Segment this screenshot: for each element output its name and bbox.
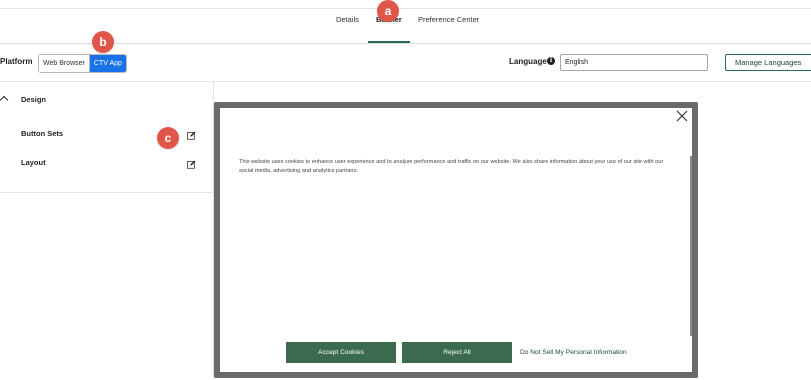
design-section-title[interactable]: Design xyxy=(21,95,46,104)
annotation-marker-b: b xyxy=(92,31,114,53)
reject-all-button[interactable]: Reject All xyxy=(402,342,512,363)
info-icon[interactable]: i xyxy=(547,57,555,65)
platform-option-web-browser[interactable]: Web Browser xyxy=(39,55,89,72)
platform-label: Platform xyxy=(0,57,33,66)
sidebar-divider xyxy=(0,192,213,193)
cookie-banner-text: This website uses cookies to enhance use… xyxy=(239,159,664,174)
language-label: Language xyxy=(509,57,547,66)
close-icon[interactable] xyxy=(676,110,688,122)
active-tab-indicator xyxy=(368,41,410,43)
tab-details[interactable]: Details xyxy=(336,15,359,24)
sidebar-item-layout[interactable]: Layout xyxy=(21,158,46,167)
annotation-marker-a: a xyxy=(377,0,399,22)
edit-icon[interactable] xyxy=(187,131,196,140)
do-not-sell-link[interactable]: Do Not Sell My Personal Information xyxy=(520,342,627,363)
language-select[interactable]: English xyxy=(560,54,708,71)
edit-icon[interactable] xyxy=(187,160,196,169)
banner-scrollbar[interactable] xyxy=(690,156,692,336)
platform-option-ctv-app[interactable]: CTV App xyxy=(88,55,126,72)
platform-toggle: Web Browser CTV App xyxy=(38,54,127,73)
tab-preference-center[interactable]: Preference Center xyxy=(418,15,479,24)
tab-bar xyxy=(0,9,811,44)
sidebar-item-button-sets[interactable]: Button Sets xyxy=(21,129,63,138)
banner-preview xyxy=(220,108,692,372)
manage-languages-button[interactable]: Manage Languages xyxy=(725,54,811,71)
accept-cookies-button[interactable]: Accept Cookies xyxy=(286,342,396,363)
design-sidebar xyxy=(0,82,214,380)
